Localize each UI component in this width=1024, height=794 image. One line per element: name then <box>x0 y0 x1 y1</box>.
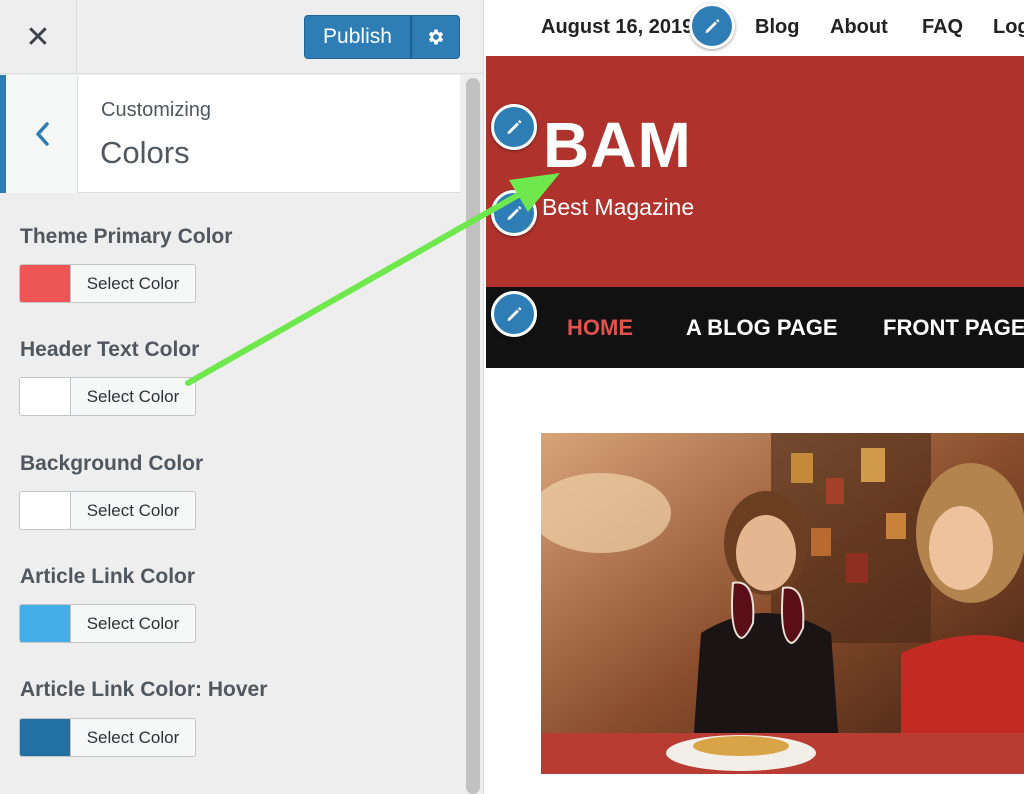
menu-item-blog-page[interactable]: A BLOG PAGE <box>686 315 838 341</box>
menu-item-home[interactable]: HOME <box>567 315 633 341</box>
back-button[interactable] <box>0 75 78 193</box>
publish-button[interactable]: Publish <box>304 15 411 59</box>
featured-image[interactable] <box>541 433 1024 774</box>
pencil-icon <box>705 19 720 33</box>
edit-shortcut-site-description[interactable] <box>491 190 537 236</box>
color-swatch <box>20 605 71 642</box>
top-nav-link[interactable]: Log <box>993 16 1024 39</box>
publish-settings-button[interactable] <box>411 15 460 59</box>
chevron-left-icon <box>35 122 49 146</box>
customizer-header: ✕ Publish <box>0 0 483 74</box>
site-preview: August 16, 2019 Blog About FAQ Log BAM B… <box>486 0 1024 794</box>
site-description: Best Magazine <box>542 194 695 220</box>
select-color-label: Select Color <box>86 500 180 520</box>
edit-shortcut-date[interactable] <box>689 3 735 49</box>
select-color-button-header-text[interactable]: Select Color <box>19 377 196 416</box>
control-label: Background Color <box>20 452 204 475</box>
edit-shortcut-menu[interactable] <box>491 291 537 337</box>
control-label: Article Link Color <box>20 565 196 588</box>
customizer-sidebar: ✕ Publish Customizing Colors Theme Prima… <box>0 0 484 794</box>
sidebar-scrollbar[interactable] <box>466 78 480 794</box>
preview-top-bar: August 16, 2019 Blog About FAQ Log <box>486 0 1024 56</box>
top-nav-link[interactable]: Blog <box>755 16 799 39</box>
pencil-icon <box>507 206 522 220</box>
featured-image-art <box>541 433 1024 774</box>
select-color-label: Select Color <box>86 273 180 293</box>
select-color-label: Select Color <box>86 727 180 747</box>
top-nav-link[interactable]: FAQ <box>922 16 963 39</box>
primary-menu: HOME A BLOG PAGE FRONT PAGE <box>486 287 1024 368</box>
section-title: Colors <box>100 135 190 170</box>
control-label: Article Link Color: Hover <box>20 678 268 701</box>
pencil-icon <box>507 120 522 134</box>
select-color-button-theme-primary[interactable]: Select Color <box>19 264 196 303</box>
site-title[interactable]: BAM <box>543 108 692 182</box>
select-color-button-article-link-hover[interactable]: Select Color <box>19 718 196 757</box>
color-swatch <box>20 719 71 756</box>
gear-icon <box>428 29 443 45</box>
customizing-label: Customizing <box>101 99 212 121</box>
preview-date: August 16, 2019 <box>541 16 694 38</box>
top-nav-link[interactable]: About <box>830 16 888 39</box>
publish-controls: Publish <box>304 15 460 59</box>
close-icon: ✕ <box>25 20 51 54</box>
site-header: BAM Best Magazine <box>486 56 1024 287</box>
section-header: Customizing Colors <box>0 75 460 193</box>
color-swatch <box>20 378 71 415</box>
color-swatch <box>20 492 71 529</box>
color-swatch <box>20 265 71 302</box>
select-color-button-article-link[interactable]: Select Color <box>19 604 196 643</box>
control-label: Header Text Color <box>20 338 200 361</box>
close-button[interactable]: ✕ <box>0 0 77 74</box>
menu-item-front-page[interactable]: FRONT PAGE <box>883 315 1024 341</box>
edit-shortcut-site-title[interactable] <box>491 104 537 150</box>
select-color-button-background[interactable]: Select Color <box>19 491 196 530</box>
select-color-label: Select Color <box>86 386 180 406</box>
select-color-label: Select Color <box>86 613 180 633</box>
control-label: Theme Primary Color <box>20 225 233 248</box>
pencil-icon <box>507 307 522 321</box>
